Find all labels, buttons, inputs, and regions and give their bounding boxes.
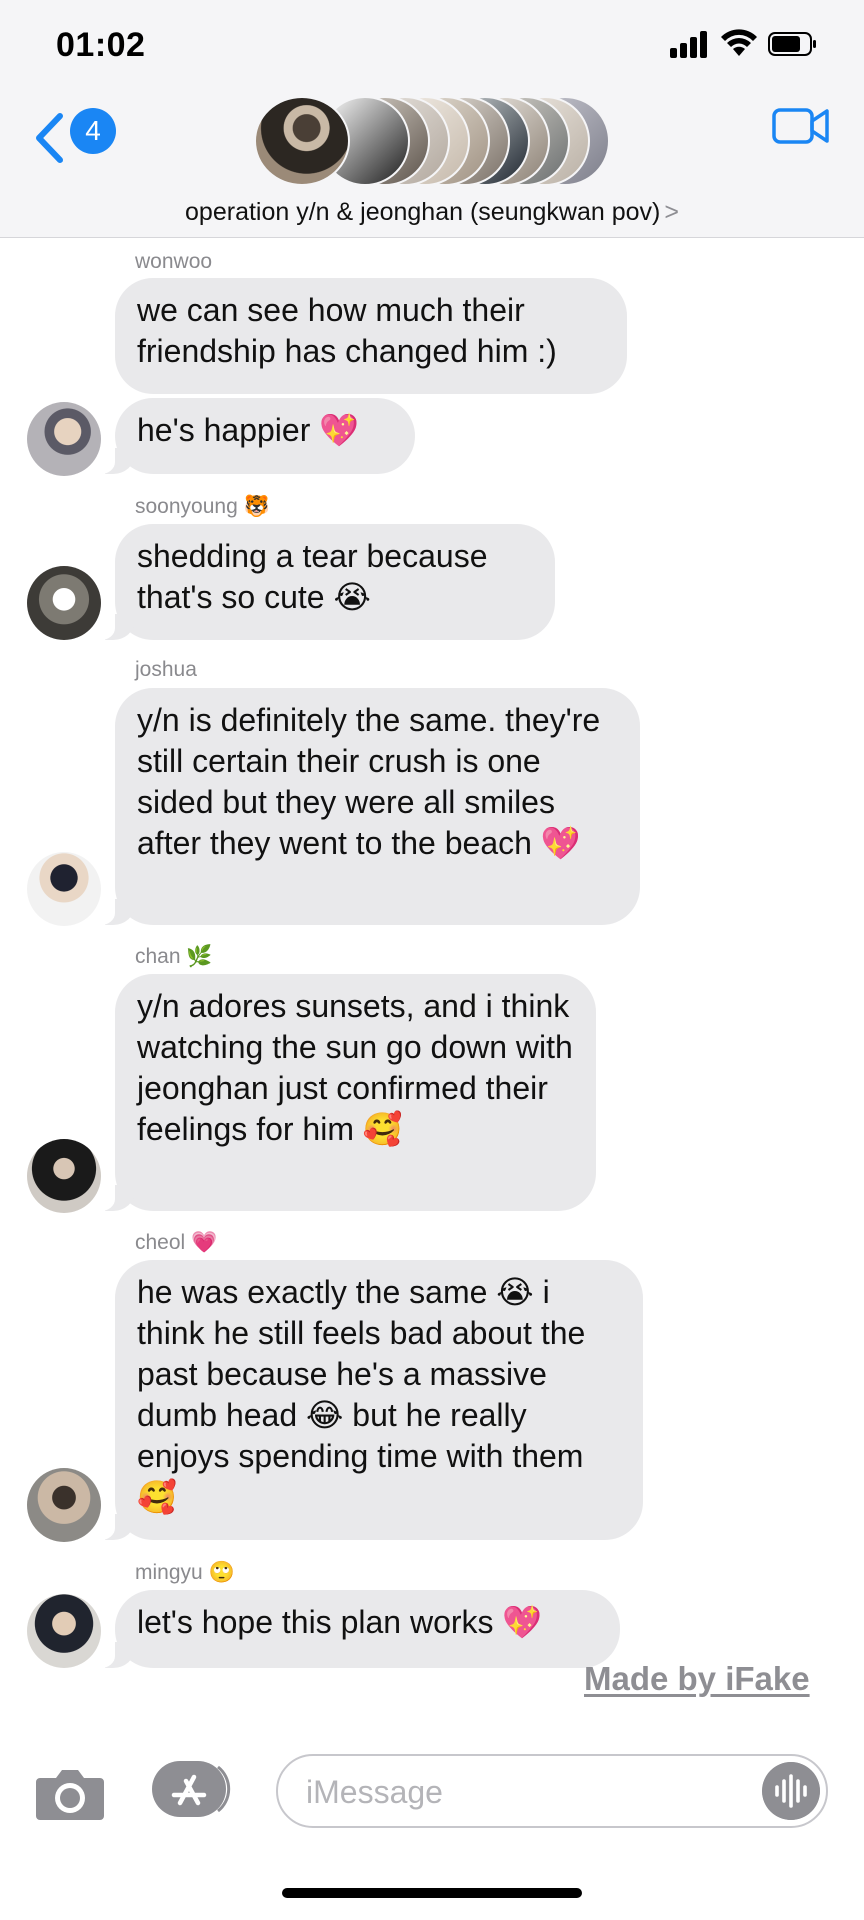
smiling-face-with-hearts-emoji: 🥰 [362,1110,403,1148]
crying-face-emoji: 😭 [496,1273,534,1311]
message-input[interactable]: iMessage [276,1754,828,1828]
sender-name: soonyoung 🐯 [135,494,270,518]
herb-emoji: 🌿 [186,944,213,968]
message-bubble[interactable]: we can see how much their friendship has… [115,278,627,394]
avatar[interactable] [27,1594,101,1668]
group-name: operation y/n & jeonghan (seungkwan pov) [185,198,661,226]
sender-name: joshua [135,658,197,681]
message-bubble[interactable]: shedding a tear because that's so cute 😭 [89,524,555,640]
video-camera-icon[interactable] [772,102,830,148]
group-avatar-stack[interactable] [254,96,610,186]
app-store-icon[interactable] [150,1759,232,1819]
group-avatar [254,96,350,186]
sender-name: chan 🌿 [135,944,213,968]
status-time: 01:02 [56,26,146,64]
sparkling-heart-emoji: 💖 [540,824,581,862]
back-button[interactable]: 4 [34,105,124,163]
back-chevron-icon [36,113,63,163]
battery-icon [768,32,816,56]
message-input-placeholder: iMessage [306,1774,443,1810]
sparkling-heart-emoji: 💖 [319,411,360,449]
avatar[interactable] [27,1468,101,1542]
tiger-emoji: 🐯 [243,494,270,518]
message-bubble[interactable]: y/n adores sunsets, and i think watching… [89,974,596,1211]
tears-of-joy-emoji: 😂 [306,1396,344,1434]
sender-name: wonwoo [135,250,213,273]
avatar[interactable] [27,402,101,476]
wifi-icon [721,29,757,56]
message-bubble[interactable]: let's hope this plan works 💖 [89,1590,620,1668]
watermark-link[interactable]: Made by iFake [584,1660,810,1698]
face-with-rolling-eyes-emoji: 🙄 [208,1560,235,1584]
chevron-right-icon: > [664,198,679,226]
message-bubble[interactable]: he was exactly the same 😭 i think he sti… [89,1260,643,1540]
group-name-button[interactable]: operation y/n & jeonghan (seungkwan pov)… [0,198,864,227]
audio-waveform-icon[interactable] [762,1762,820,1820]
cellular-signal-icon [670,30,712,58]
message-bubble[interactable]: y/n is definitely the same. they're stil… [89,688,640,925]
camera-icon[interactable] [34,1766,106,1822]
status-bar: 01:02 [0,0,864,90]
avatar[interactable] [27,1139,101,1213]
unread-count-badge: 4 [70,108,116,154]
sender-name: mingyu 🙄 [135,1560,235,1584]
sender-name: cheol 💗 [135,1230,218,1254]
home-indicator [282,1888,582,1898]
growing-heart-emoji: 💗 [191,1230,218,1254]
sparkling-heart-emoji: 💖 [502,1603,543,1641]
avatar[interactable] [27,566,101,640]
avatar[interactable] [27,852,101,926]
smiling-face-with-hearts-emoji: 🥰 [137,1478,177,1516]
message-bubble[interactable]: he's happier 💖 [89,398,415,474]
conversation-header: 4 operation y/n & jeonghan (seungkwan po… [0,90,864,238]
crying-face-emoji: 😭 [333,578,371,616]
